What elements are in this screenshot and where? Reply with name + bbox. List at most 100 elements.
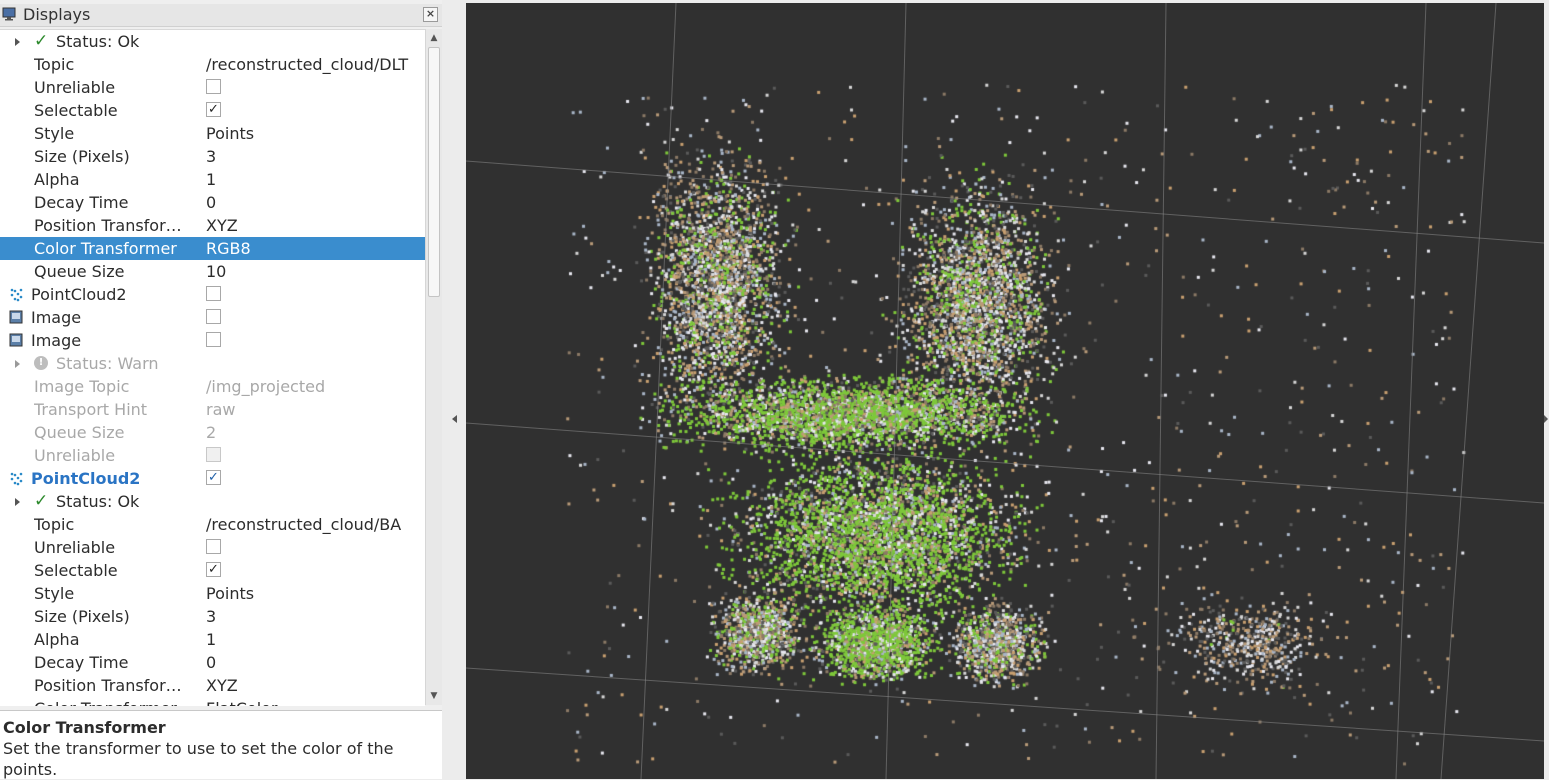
property-row[interactable]: Topic/reconstructed_cloud/BA	[0, 513, 425, 536]
status-warn-icon: !	[34, 356, 48, 370]
render-view-3d[interactable]	[466, 3, 1544, 779]
property-value[interactable]: 3	[206, 605, 424, 628]
property-name: Selectable	[34, 561, 118, 580]
status-ok-icon: ✓	[34, 31, 49, 51]
enable-checkbox[interactable]	[206, 286, 221, 301]
property-row[interactable]: Color Transformer FlatColor	[0, 697, 425, 706]
image-icon	[9, 310, 23, 324]
property-row[interactable]: Size (Pixels) 3	[0, 145, 425, 168]
property-name: Unreliable	[34, 538, 116, 557]
property-row[interactable]: Unreliable	[0, 76, 425, 99]
expand-arrow-icon[interactable]	[15, 498, 20, 506]
status-row[interactable]: ✓ Status: Ok	[0, 490, 425, 513]
display-item[interactable]: PointCloud2	[0, 283, 425, 306]
property-value[interactable]: 3	[206, 145, 424, 168]
property-value[interactable]: /img_projected	[206, 375, 424, 398]
status-label: Status: Ok	[56, 32, 140, 51]
collapse-left-icon[interactable]	[452, 415, 457, 423]
property-value[interactable]: RGB8	[206, 237, 424, 260]
property-row[interactable]: Selectable ✓	[0, 559, 425, 582]
property-row[interactable]: Queue Size 2	[0, 421, 425, 444]
property-name: Alpha	[34, 170, 80, 189]
expand-arrow-icon[interactable]	[15, 360, 20, 368]
property-value[interactable]: 0	[206, 651, 424, 674]
collapse-right-icon[interactable]	[1544, 415, 1548, 423]
property-name: Alpha	[34, 630, 80, 649]
status-ok-icon: ✓	[34, 491, 49, 511]
display-name: PointCloud2	[31, 469, 141, 488]
property-row[interactable]: Queue Size 10	[0, 260, 425, 283]
property-name: Size (Pixels)	[34, 147, 130, 166]
property-value[interactable]: 1	[206, 628, 424, 651]
display-name: Image	[31, 331, 82, 350]
display-item[interactable]: Image	[0, 306, 425, 329]
property-checkbox[interactable]: ✓	[206, 562, 221, 577]
scroll-up-icon[interactable]: ▲	[428, 31, 440, 45]
grid-line	[466, 160, 1544, 244]
property-name: Queue Size	[34, 262, 125, 281]
property-name: Selectable	[34, 101, 118, 120]
status-label: Status: Warn	[56, 354, 159, 373]
ground-grid	[466, 3, 1544, 779]
image-icon	[9, 333, 23, 347]
help-text: Set the transformer to use to set the co…	[3, 739, 394, 779]
property-row[interactable]: Decay Time 0	[0, 191, 425, 214]
grid-line	[885, 3, 907, 779]
right-splitter[interactable]	[1544, 0, 1549, 779]
expand-arrow-icon[interactable]	[15, 38, 20, 46]
property-checkbox[interactable]	[206, 79, 221, 94]
pointcloud-icon	[10, 472, 23, 486]
property-row[interactable]: Alpha 1	[0, 628, 425, 651]
status-row[interactable]: ✓ Status: Ok	[0, 30, 425, 53]
display-item[interactable]: PointCloud2 ✓	[0, 467, 425, 490]
property-name: Topic	[34, 515, 75, 534]
property-row[interactable]: Image Topic/img_projected	[0, 375, 425, 398]
property-row[interactable]: Position Transfor… XYZ	[0, 214, 425, 237]
status-row[interactable]: ! Status: Warn	[0, 352, 425, 375]
property-checkbox[interactable]	[206, 447, 221, 462]
property-value[interactable]: 1	[206, 168, 424, 191]
property-row[interactable]: Transport Hint raw	[0, 398, 425, 421]
property-name: Unreliable	[34, 446, 116, 465]
property-value[interactable]: /reconstructed_cloud/BA	[206, 513, 424, 536]
property-value[interactable]: FlatColor	[206, 697, 424, 706]
property-value[interactable]: Points	[206, 122, 424, 145]
property-row[interactable]: Unreliable	[0, 444, 425, 467]
tree-scrollbar[interactable]: ▲ ▼	[425, 29, 442, 705]
property-tree: ✓ Status: Ok Topic/reconstructed_cloud/DLT…	[0, 29, 425, 706]
property-checkbox[interactable]: ✓	[206, 102, 221, 117]
property-name: Transport Hint	[34, 400, 148, 419]
property-value[interactable]: raw	[206, 398, 424, 421]
property-name: Position Transfor…	[34, 676, 182, 695]
enable-checkbox[interactable]	[206, 332, 221, 347]
property-name: Position Transfor…	[34, 216, 182, 235]
property-value[interactable]: Points	[206, 582, 424, 605]
enable-checkbox[interactable]	[206, 309, 221, 324]
property-value[interactable]: XYZ	[206, 674, 424, 697]
property-row[interactable]: Style Points	[0, 582, 425, 605]
property-row[interactable]: Unreliable	[0, 536, 425, 559]
help-box: Color Transformer Set the transformer to…	[0, 710, 442, 779]
property-row[interactable]: Style Points	[0, 122, 425, 145]
property-row[interactable]: Color Transformer RGB8	[0, 237, 425, 260]
property-value[interactable]: /reconstructed_cloud/DLT	[206, 53, 424, 76]
property-value[interactable]: 0	[206, 191, 424, 214]
property-checkbox[interactable]	[206, 539, 221, 554]
enable-checkbox[interactable]: ✓	[206, 470, 221, 485]
property-row[interactable]: Decay Time 0	[0, 651, 425, 674]
property-name: Decay Time	[34, 193, 129, 212]
property-row[interactable]: Topic/reconstructed_cloud/DLT	[0, 53, 425, 76]
property-row[interactable]: Size (Pixels) 3	[0, 605, 425, 628]
property-row[interactable]: Alpha 1	[0, 168, 425, 191]
scroll-thumb[interactable]	[428, 47, 440, 297]
property-row[interactable]: Position Transfor… XYZ	[0, 674, 425, 697]
property-row[interactable]: Selectable ✓	[0, 99, 425, 122]
panel-splitter[interactable]	[442, 0, 466, 779]
display-item[interactable]: Image	[0, 329, 425, 352]
property-value[interactable]: XYZ	[206, 214, 424, 237]
property-value[interactable]: 2	[206, 421, 424, 444]
scroll-down-icon[interactable]: ▼	[428, 689, 440, 703]
property-name: Decay Time	[34, 653, 129, 672]
close-panel-button[interactable]: ×	[423, 7, 438, 22]
property-value[interactable]: 10	[206, 260, 424, 283]
